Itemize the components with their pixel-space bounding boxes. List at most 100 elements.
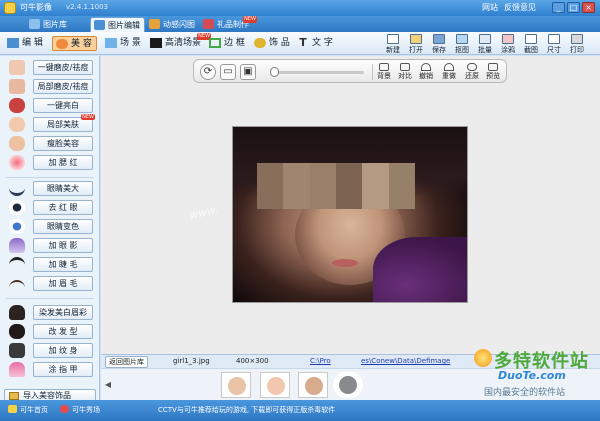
button-label: 瘦脸美容 <box>33 136 93 151</box>
eyelash-button[interactable]: 加 睫 毛 <box>4 257 96 272</box>
partial-smooth-button[interactable]: 局部磨皮/祛痘 <box>4 79 96 94</box>
button-label: 眼睛变色 <box>33 219 93 234</box>
thumbnail[interactable] <box>333 372 363 398</box>
photo-lips <box>332 259 358 267</box>
scroll-left-icon[interactable]: ◀ <box>104 379 112 391</box>
tab-gift-making[interactable]: 礼品制作 NEW <box>200 16 257 32</box>
picture-library-icon <box>29 19 40 29</box>
red-eye-button[interactable]: 去 红 眼 <box>4 200 96 215</box>
zoom-slider-knob[interactable] <box>270 67 279 77</box>
tool-scene[interactable]: 场 景 <box>102 36 145 51</box>
eye-enlarge-button[interactable]: 眼睛美大 <box>4 181 96 196</box>
thumbnail[interactable] <box>260 372 290 398</box>
button-label: 改 发 型 <box>33 324 93 339</box>
undo-button[interactable]: 撤销 <box>416 62 436 82</box>
screenshot-icon <box>525 34 537 44</box>
folder-icon <box>9 392 19 400</box>
image-filename: girl1_3.jpg <box>173 357 210 365</box>
partial-skin-button[interactable]: 局部美肤 NEW <box>4 114 96 132</box>
eye-color-button[interactable]: 眼睛变色 <box>4 219 96 234</box>
eye-shadow-button[interactable]: 加 眼 影 <box>4 238 96 253</box>
gift-icon <box>203 19 214 29</box>
image-path-end[interactable]: es\Conew\Data\Defimage <box>361 355 450 368</box>
resize-button[interactable]: 尺寸 <box>543 33 565 54</box>
rotate-icon[interactable]: ⟳ <box>200 64 216 80</box>
showcase-link[interactable]: 可牛秀场 <box>60 405 100 415</box>
status-message[interactable]: CCTV与可牛推荐给玩的游戏, 下载即可获得正版杀毒软件 <box>158 405 335 415</box>
photo-sweater <box>373 237 467 302</box>
button-label: 一键亮白 <box>33 98 93 113</box>
resize-icon <box>548 34 560 44</box>
open-button[interactable]: 打开 <box>405 33 427 54</box>
tattoo-button[interactable]: 加 纹 身 <box>4 343 96 358</box>
tab-animated-gif[interactable]: 动感闪图 <box>146 17 199 32</box>
tool-hd-scene[interactable]: 高清场景 NEW <box>147 33 212 51</box>
beauty-tools-panel: 一键磨皮/祛痘 局部磨皮/祛痘 一键亮白 局部美肤 NEW 瘦脸美容 加 腮 红 … <box>0 56 100 403</box>
compare-button[interactable]: 对比 <box>395 62 415 82</box>
face-slim-button[interactable]: 瘦脸美容 <box>4 136 96 151</box>
tab-picture-library[interactable]: 图片库 <box>26 17 71 32</box>
divider <box>6 177 94 178</box>
button-label: 加 腮 红 <box>33 155 93 170</box>
tool-beauty[interactable]: 美 容 <box>52 36 97 51</box>
fit-screen-icon[interactable]: ▭ <box>220 64 236 80</box>
edited-photo[interactable] <box>232 126 468 303</box>
button-label: 染发美白眉彩 <box>33 305 93 320</box>
restore-button[interactable]: 还原 <box>462 62 482 82</box>
cutout-label: 抠图 <box>455 46 469 54</box>
restore-label: 还原 <box>465 72 479 80</box>
save-button[interactable]: 保存 <box>428 33 450 54</box>
batch-label: 批量 <box>478 46 492 54</box>
redo-button[interactable]: 重做 <box>439 62 459 82</box>
hairstyle-button[interactable]: 改 发 型 <box>4 324 96 339</box>
compare-icon <box>400 63 410 71</box>
feedback-link[interactable]: 反馈意见 <box>504 2 536 13</box>
tab-label: 图片编辑 <box>108 21 140 30</box>
button-label: 去 红 眼 <box>33 200 93 215</box>
print-button[interactable]: 打印 <box>566 33 588 54</box>
new-file-icon <box>387 34 399 44</box>
tool-label: 高清场景 <box>165 38 202 48</box>
tool-edit[interactable]: 编 辑 <box>4 36 47 51</box>
save-icon <box>433 34 445 44</box>
actual-size-icon[interactable]: ▣ <box>240 64 256 80</box>
thumbnail[interactable] <box>221 372 251 398</box>
new-button[interactable]: 新建 <box>382 33 404 54</box>
one-click-smooth-button[interactable]: 一键磨皮/祛痘 <box>4 60 96 75</box>
eyebrow-button[interactable]: 加 眉 毛 <box>4 276 96 291</box>
minimize-button[interactable]: _ <box>552 2 565 13</box>
cutout-button[interactable]: 抠图 <box>451 33 473 54</box>
home-link[interactable]: 可牛首页 <box>8 405 48 415</box>
doodle-button[interactable]: 涂鸦 <box>497 33 519 54</box>
image-path-start[interactable]: C:\Pro <box>310 355 331 368</box>
thumbnail[interactable] <box>298 372 328 398</box>
blush-button[interactable]: 加 腮 红 <box>4 155 96 170</box>
tool-label: 编 辑 <box>22 38 43 48</box>
background-button[interactable]: 背景 <box>374 62 394 82</box>
nail-polish-button[interactable]: 涂 指 甲 <box>4 362 96 377</box>
beauty-icon <box>56 39 68 49</box>
website-link[interactable]: 网站 <box>482 2 498 13</box>
hair-dye-button[interactable]: 染发美白眉彩 <box>4 305 96 320</box>
zoom-slider[interactable] <box>270 67 364 77</box>
redo-icon <box>444 63 454 71</box>
tab-image-edit[interactable]: 图片编辑 <box>90 17 145 32</box>
close-button[interactable]: × <box>582 2 595 13</box>
tool-frame[interactable]: 边 框 <box>206 36 249 51</box>
batch-button[interactable]: 批量 <box>474 33 496 54</box>
background-icon <box>379 63 389 71</box>
screenshot-button[interactable]: 截图 <box>520 33 542 54</box>
maximize-button[interactable]: □ <box>567 2 580 13</box>
back-to-library-button[interactable]: 返回图片库 <box>105 356 148 368</box>
tab-label: 动感闪图 <box>163 20 195 29</box>
home-icon <box>8 405 17 413</box>
one-click-whiten-button[interactable]: 一键亮白 <box>4 98 96 113</box>
image-edit-icon <box>94 20 105 30</box>
app-logo-icon <box>4 2 16 14</box>
nail-polish-icon <box>9 362 25 377</box>
tool-accessory[interactable]: 饰 品 <box>251 36 294 51</box>
preview-button[interactable]: 预览 <box>483 62 503 82</box>
tool-label: 饰 品 <box>269 38 290 48</box>
showcase-label: 可牛秀场 <box>72 406 100 414</box>
tool-text[interactable]: T 文 字 <box>294 36 337 51</box>
